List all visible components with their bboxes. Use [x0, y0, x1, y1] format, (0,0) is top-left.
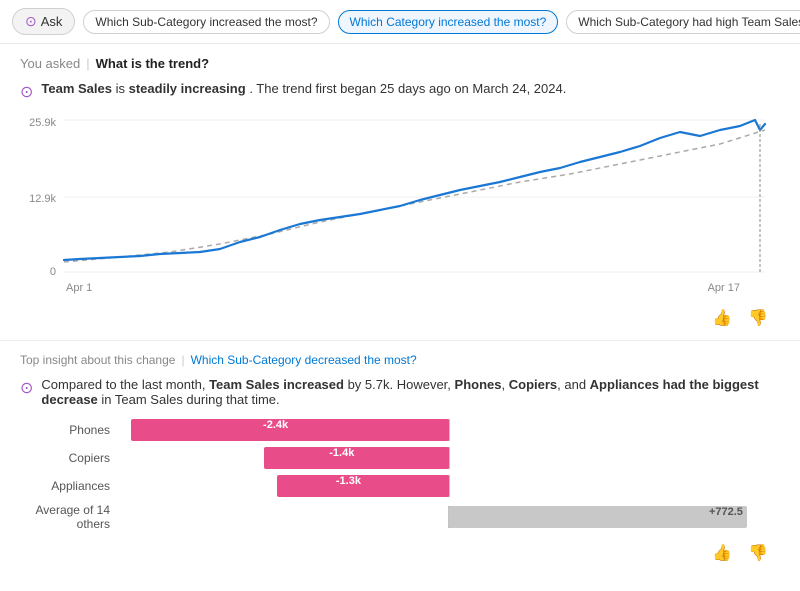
svg-text:12.9k: 12.9k — [29, 193, 56, 205]
trend-chart: 25.9k 12.9k 0 — [20, 112, 775, 282]
you-asked-label: You asked — [20, 56, 80, 71]
bar-label-copiers: Copiers — [20, 451, 110, 465]
bar-label-phones: Phones — [20, 423, 110, 437]
trend-text: Team Sales is steadily increasing . The … — [41, 81, 566, 96]
bar-fill-phones: -2.4k — [131, 419, 449, 441]
insight-question-link[interactable]: Which Sub-Category decreased the most? — [191, 353, 417, 367]
svg-text:25.9k: 25.9k — [29, 117, 56, 129]
ask-icon: ⊙ — [25, 13, 37, 30]
trend-suffix: . The trend first began 25 days ago on M… — [249, 81, 566, 96]
ask-button[interactable]: ⊙ Ask — [12, 8, 75, 35]
you-asked-row: You asked | What is the trend? — [20, 56, 780, 71]
chip-label-1: Which Category increased the most? — [350, 15, 547, 29]
trend-status: steadily increasing — [129, 81, 246, 96]
separator: | — [86, 56, 89, 71]
chip-sub-cat-team[interactable]: Which Sub-Category had high Team Sales? — [566, 10, 800, 34]
bar-track-appliances: -1.3k — [118, 475, 780, 497]
feedback-row-1: 👍 👎 — [20, 302, 780, 334]
dislike-button-1[interactable]: 👎 — [744, 306, 772, 330]
bar-row-copiers: Copiers -1.4k — [20, 447, 780, 469]
svg-text:0: 0 — [50, 266, 56, 278]
bar-track-phones: -2.4k — [118, 419, 780, 441]
bar-row-phones: Phones -2.4k — [20, 419, 780, 441]
bar-fill-appliances: -1.3k — [277, 475, 449, 497]
chip-label-2: Which Sub-Category had high Team Sales? — [578, 15, 800, 29]
section-insight: Top insight about this change | Which Su… — [0, 341, 800, 575]
top-insight-label: Top insight about this change — [20, 353, 175, 367]
ask-label: Ask — [41, 14, 63, 29]
asked-question: What is the trend? — [96, 56, 209, 71]
chip-cat-increase[interactable]: Which Category increased the most? — [338, 10, 559, 34]
x-label-right: Apr 17 — [708, 282, 740, 294]
insight-body: Compared to the last month, Team Sales i… — [41, 377, 780, 407]
section-trend: You asked | What is the trend? ⊙ Team Sa… — [0, 44, 800, 341]
chip-sub-cat-increase[interactable]: Which Sub-Category increased the most? — [83, 10, 329, 34]
trend-insight: ⊙ Team Sales is steadily increasing . Th… — [20, 81, 780, 102]
bar-value-appliances: -1.3k — [336, 475, 361, 487]
insight-description: ⊙ Compared to the last month, Team Sales… — [20, 377, 780, 407]
bar-fill-copiers: -1.4k — [264, 447, 449, 469]
bar-chart: Phones -2.4k Copiers -1.4k Appliances — [20, 419, 780, 531]
chip-label-0: Which Sub-Category increased the most? — [95, 15, 317, 29]
top-insight-row: Top insight about this change | Which Su… — [20, 353, 780, 367]
bar-row-others: Average of 14 others +772.5 — [20, 503, 780, 531]
separator2: | — [181, 353, 184, 367]
topbar: ⊙ Ask Which Sub-Category increased the m… — [0, 0, 800, 44]
x-label-left: Apr 1 — [66, 282, 92, 294]
trend-icon: ⊙ — [20, 82, 33, 102]
dislike-button-2[interactable]: 👎 — [744, 541, 772, 565]
chart-x-labels: Apr 1 Apr 17 — [20, 282, 780, 294]
trend-chart-container: 25.9k 12.9k 0 Apr 1 Apr 17 — [20, 112, 780, 294]
bar-value-copiers: -1.4k — [329, 447, 354, 459]
insight-icon: ⊙ — [20, 378, 33, 398]
bar-track-copiers: -1.4k — [118, 447, 780, 469]
bar-fill-others: +772.5 — [449, 506, 747, 528]
team-sales-label: Team Sales — [41, 81, 112, 96]
like-button-1[interactable]: 👍 — [708, 306, 736, 330]
bar-row-appliances: Appliances -1.3k — [20, 475, 780, 497]
bar-label-appliances: Appliances — [20, 479, 110, 493]
like-button-2[interactable]: 👍 — [708, 541, 736, 565]
feedback-row-2: 👍 👎 — [20, 537, 780, 569]
bar-label-others: Average of 14 others — [20, 503, 110, 531]
bar-track-others: +772.5 — [118, 506, 780, 528]
bar-value-others: +772.5 — [709, 506, 743, 518]
bar-value-phones: -2.4k — [263, 419, 288, 431]
